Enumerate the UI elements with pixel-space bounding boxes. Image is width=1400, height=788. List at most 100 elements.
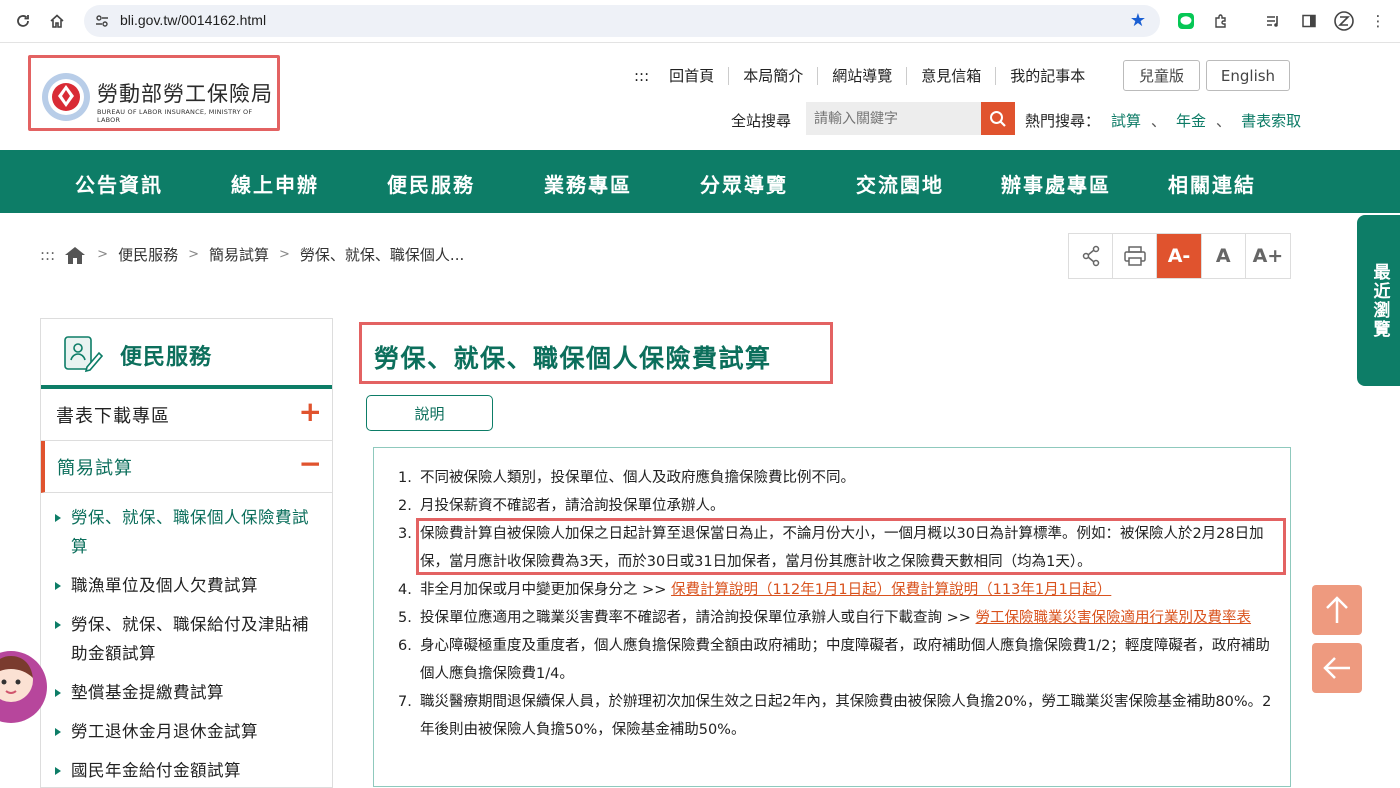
- extensions-puzzle-icon[interactable]: [1210, 10, 1232, 32]
- hot-link-pension[interactable]: 年金: [1176, 110, 1206, 131]
- expand-plus-icon[interactable]: +: [299, 395, 322, 428]
- bookmark-star-icon[interactable]: ★: [1130, 10, 1146, 31]
- occupational-rate-table-link[interactable]: 勞工保險職業災害保險適用行業別及費率表: [976, 610, 1252, 626]
- search-icon: [990, 110, 1006, 127]
- sidebar: 便民服務 書表下載專區 + 簡易試算 − 勞保、就保、職保個人保險費試算 職漁單…: [40, 318, 333, 788]
- sidebar-sub-list: 勞保、就保、職保個人保險費試算 職漁單位及個人欠費試算 勞保、就保、職保給付及津…: [41, 493, 332, 785]
- arrow-up-icon: [1326, 596, 1348, 623]
- triangle-bullet-icon: [55, 582, 61, 590]
- note-number: 3.: [398, 526, 412, 542]
- sidebar-item-arrears-calc[interactable]: 職漁單位及個人欠費試算: [41, 571, 332, 600]
- topnav-about[interactable]: 本局簡介: [728, 67, 817, 85]
- breadcrumb-simple-calc[interactable]: 簡易試算: [209, 244, 269, 265]
- premium-calc-link-113[interactable]: 保費計算說明（113年1月1日起）: [891, 582, 1111, 598]
- browser-menu-icon[interactable]: ⋮: [1367, 10, 1389, 32]
- note-item: 1. 不同被保險人類別，投保單位、個人及政府應負擔保險費比例不同。: [398, 464, 1278, 492]
- breadcrumb-services[interactable]: 便民服務: [118, 244, 178, 265]
- sidebar-item-national-pension-calc[interactable]: 國民年金給付金額試算: [41, 756, 332, 785]
- reload-icon[interactable]: [12, 10, 34, 32]
- explanation-panel: 1. 不同被保險人類別，投保單位、個人及政府應負擔保險費比例不同。 2. 月投保…: [373, 447, 1291, 787]
- note-item: 7. 職災醫療期間退保續保人員，於辦理初次加保生效之日起2年內，其保險費由被保險…: [398, 688, 1278, 744]
- topnav-home[interactable]: 回首頁: [663, 67, 728, 85]
- mainnav-business[interactable]: 業務專區: [544, 169, 632, 198]
- hot-link-forms[interactable]: 書表索取: [1241, 110, 1301, 131]
- triangle-bullet-icon: [55, 728, 61, 736]
- share-button[interactable]: [1069, 234, 1114, 278]
- note-number: 7.: [398, 694, 412, 710]
- mainnav-offices[interactable]: 辦事處專區: [1001, 169, 1111, 198]
- address-bar[interactable]: bli.gov.tw/0014162.html ★: [84, 5, 1160, 37]
- collapse-minus-icon[interactable]: −: [299, 447, 322, 480]
- note-number: 1.: [398, 470, 412, 486]
- note-text: 不同被保險人類別，投保單位、個人及政府應負擔保險費比例不同。: [420, 470, 855, 486]
- sidebar-section-simple-calc[interactable]: 簡易試算 −: [41, 441, 332, 493]
- sidebar-item-premium-calc[interactable]: 勞保、就保、職保個人保險費試算: [41, 503, 332, 561]
- logo-english-name: BUREAU OF LABOR INSURANCE, MINISTRY OF L…: [97, 108, 253, 124]
- media-control-icon[interactable]: [1262, 10, 1284, 32]
- triangle-bullet-icon: [55, 621, 61, 629]
- home-breadcrumb-icon[interactable]: [63, 245, 87, 265]
- search-label: 全站搜尋: [731, 112, 792, 130]
- topnav-feedback[interactable]: 意見信箱: [906, 67, 995, 85]
- note-item: 6. 身心障礙極重度及重度者，個人應負擔保險費全額由政府補助；中度障礙者，政府補…: [398, 632, 1278, 688]
- site-logo[interactable]: 勞動部勞工保險局 BUREAU OF LABOR INSURANCE, MINI…: [28, 55, 280, 131]
- note-text: 職災醫療期間退保續保人員，於辦理初次加保生效之日起2年內，其保險費由被保險人負擔…: [420, 694, 1272, 738]
- site-settings-icon[interactable]: [94, 13, 110, 29]
- breadcrumb-chevron-icon: >: [279, 247, 290, 262]
- note-number: 2.: [398, 498, 412, 514]
- note-text: 月投保薪資不確認者，請洽詢投保單位承辦人。: [420, 498, 725, 514]
- mainnav-services[interactable]: 便民服務: [387, 169, 475, 198]
- highlight-annotation: [416, 518, 1286, 575]
- notes-list: 1. 不同被保險人類別，投保單位、個人及政府應負擔保險費比例不同。 2. 月投保…: [398, 464, 1278, 744]
- note-number: 6.: [398, 638, 412, 654]
- side-panel-icon[interactable]: [1298, 10, 1320, 32]
- breadcrumb-current: 勞保、就保、職保個人...: [299, 246, 465, 264]
- search-input[interactable]: [806, 102, 982, 135]
- font-size-small-button[interactable]: A-: [1157, 234, 1202, 278]
- profile-avatar-icon[interactable]: [1333, 10, 1355, 32]
- note-item: 5. 投保單位應適用之職業災害費率不確認者，請洽詢投保單位承辦人或自行下載查詢 …: [398, 604, 1278, 632]
- go-back-button[interactable]: [1312, 643, 1362, 693]
- topnav-notebook[interactable]: 我的記事本: [995, 67, 1099, 85]
- scroll-top-button[interactable]: [1312, 585, 1362, 635]
- font-size-large-button[interactable]: A+: [1246, 234, 1290, 278]
- english-version-button[interactable]: English: [1206, 60, 1290, 91]
- bli-emblem-icon: [42, 73, 90, 121]
- sidebar-item-arrears-fund-calc[interactable]: 墊償基金提繳費試算: [41, 678, 332, 707]
- main-navigation: 公告資訊 線上申辦 便民服務 業務專區 分眾導覽 交流園地 辦事處專區 相關連結: [0, 150, 1400, 213]
- hot-sep: 、: [1216, 112, 1232, 130]
- topnav-sitemap[interactable]: 網站導覽: [817, 67, 906, 85]
- triangle-bullet-icon: [55, 514, 61, 522]
- search-button[interactable]: [981, 102, 1015, 135]
- mainnav-audience-guide[interactable]: 分眾導覽: [700, 169, 788, 198]
- breadcrumb-chevron-icon: >: [97, 247, 109, 262]
- kids-version-button[interactable]: 兒童版: [1123, 60, 1200, 91]
- arrow-left-icon: [1323, 657, 1350, 679]
- line-extension-icon[interactable]: [1175, 10, 1197, 32]
- print-button[interactable]: [1113, 234, 1158, 278]
- breadcrumb-accesskey[interactable]: :::: [40, 246, 55, 264]
- hot-link-calc[interactable]: 試算: [1111, 110, 1141, 131]
- sidebar-section-forms[interactable]: 書表下載專區 +: [41, 389, 332, 441]
- sidebar-item-label: 國民年金給付金額試算: [71, 761, 241, 780]
- sidebar-item-pension-calc[interactable]: 勞工退休金月退休金試算: [41, 717, 332, 746]
- sidebar-item-benefit-calc[interactable]: 勞保、就保、職保給付及津貼補助金額試算: [41, 610, 332, 668]
- premium-calc-link-112[interactable]: 保費計算說明（112年1月1日起）: [671, 582, 891, 598]
- recent-browsing-tab[interactable]: 最近瀏覽: [1357, 215, 1400, 386]
- home-icon[interactable]: [46, 10, 68, 32]
- accesskey-marker[interactable]: :::: [620, 67, 663, 85]
- mainnav-announcements[interactable]: 公告資訊: [75, 169, 163, 198]
- note-text: 身心障礙極重度及重度者，個人應負擔保險費全額由政府補助；中度障礙者，政府補助個人…: [420, 638, 1270, 682]
- triangle-bullet-icon: [55, 689, 61, 697]
- print-icon: [1124, 246, 1146, 266]
- page-title-box: 勞保、就保、職保個人保險費試算: [359, 322, 833, 384]
- customer-service-avatar[interactable]: 客服: [0, 640, 47, 739]
- font-size-medium-button[interactable]: A: [1202, 234, 1246, 278]
- mainnav-related-links[interactable]: 相關連結: [1168, 169, 1256, 198]
- mainnav-community[interactable]: 交流園地: [856, 169, 944, 198]
- note-number: 4.: [398, 582, 412, 598]
- mainnav-online-apply[interactable]: 線上申辦: [231, 169, 319, 198]
- explain-tab[interactable]: 說明: [366, 395, 493, 431]
- avatar-label: 客服: [1, 728, 21, 739]
- hot-search-label: 熱門搜尋：: [1025, 112, 1101, 130]
